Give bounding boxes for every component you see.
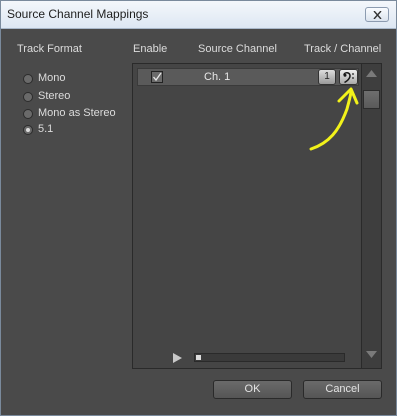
- cancel-button[interactable]: Cancel: [303, 380, 382, 399]
- radio-label-mono: Mono: [38, 72, 66, 84]
- radio-label-stereo: Stereo: [38, 90, 71, 102]
- radio-label-5-1: 5.1: [38, 123, 54, 135]
- track-format-heading: Track Format: [17, 43, 82, 55]
- progress-handle[interactable]: [196, 355, 201, 360]
- scroll-up-arrow-icon[interactable]: [364, 68, 379, 78]
- source-channel-mappings-dialog: Source Channel Mappings Track Format Mon…: [0, 0, 397, 416]
- playback-progress-bar[interactable]: [194, 353, 345, 362]
- radio-stereo[interactable]: [23, 92, 33, 102]
- ok-button[interactable]: OK: [213, 380, 292, 399]
- radio-mono-as-stereo[interactable]: [23, 109, 33, 119]
- scroll-down-arrow-icon[interactable]: [364, 350, 379, 360]
- enable-checkbox[interactable]: [151, 71, 163, 83]
- header-track-channel: Track / Channel: [304, 43, 382, 55]
- header-source-channel: Source Channel: [198, 43, 277, 55]
- vertical-scrollbar[interactable]: [361, 64, 381, 368]
- checkmark-icon: [153, 72, 162, 82]
- header-enable: Enable: [133, 43, 168, 55]
- yellow-arrow-annotation: [309, 87, 359, 151]
- radio-label-mono-as-stereo: Mono as Stereo: [38, 107, 116, 119]
- close-icon: [373, 11, 382, 19]
- close-button[interactable]: [365, 7, 389, 22]
- radio-5-1[interactable]: [23, 125, 33, 135]
- play-icon[interactable]: [171, 352, 183, 364]
- title-bar: Source Channel Mappings: [1, 1, 396, 29]
- radio-mono[interactable]: [23, 74, 33, 84]
- scrollbar-thumb[interactable]: [363, 90, 380, 109]
- window-title: Source Channel Mappings: [7, 7, 149, 21]
- source-channel-label: Ch. 1: [204, 71, 231, 83]
